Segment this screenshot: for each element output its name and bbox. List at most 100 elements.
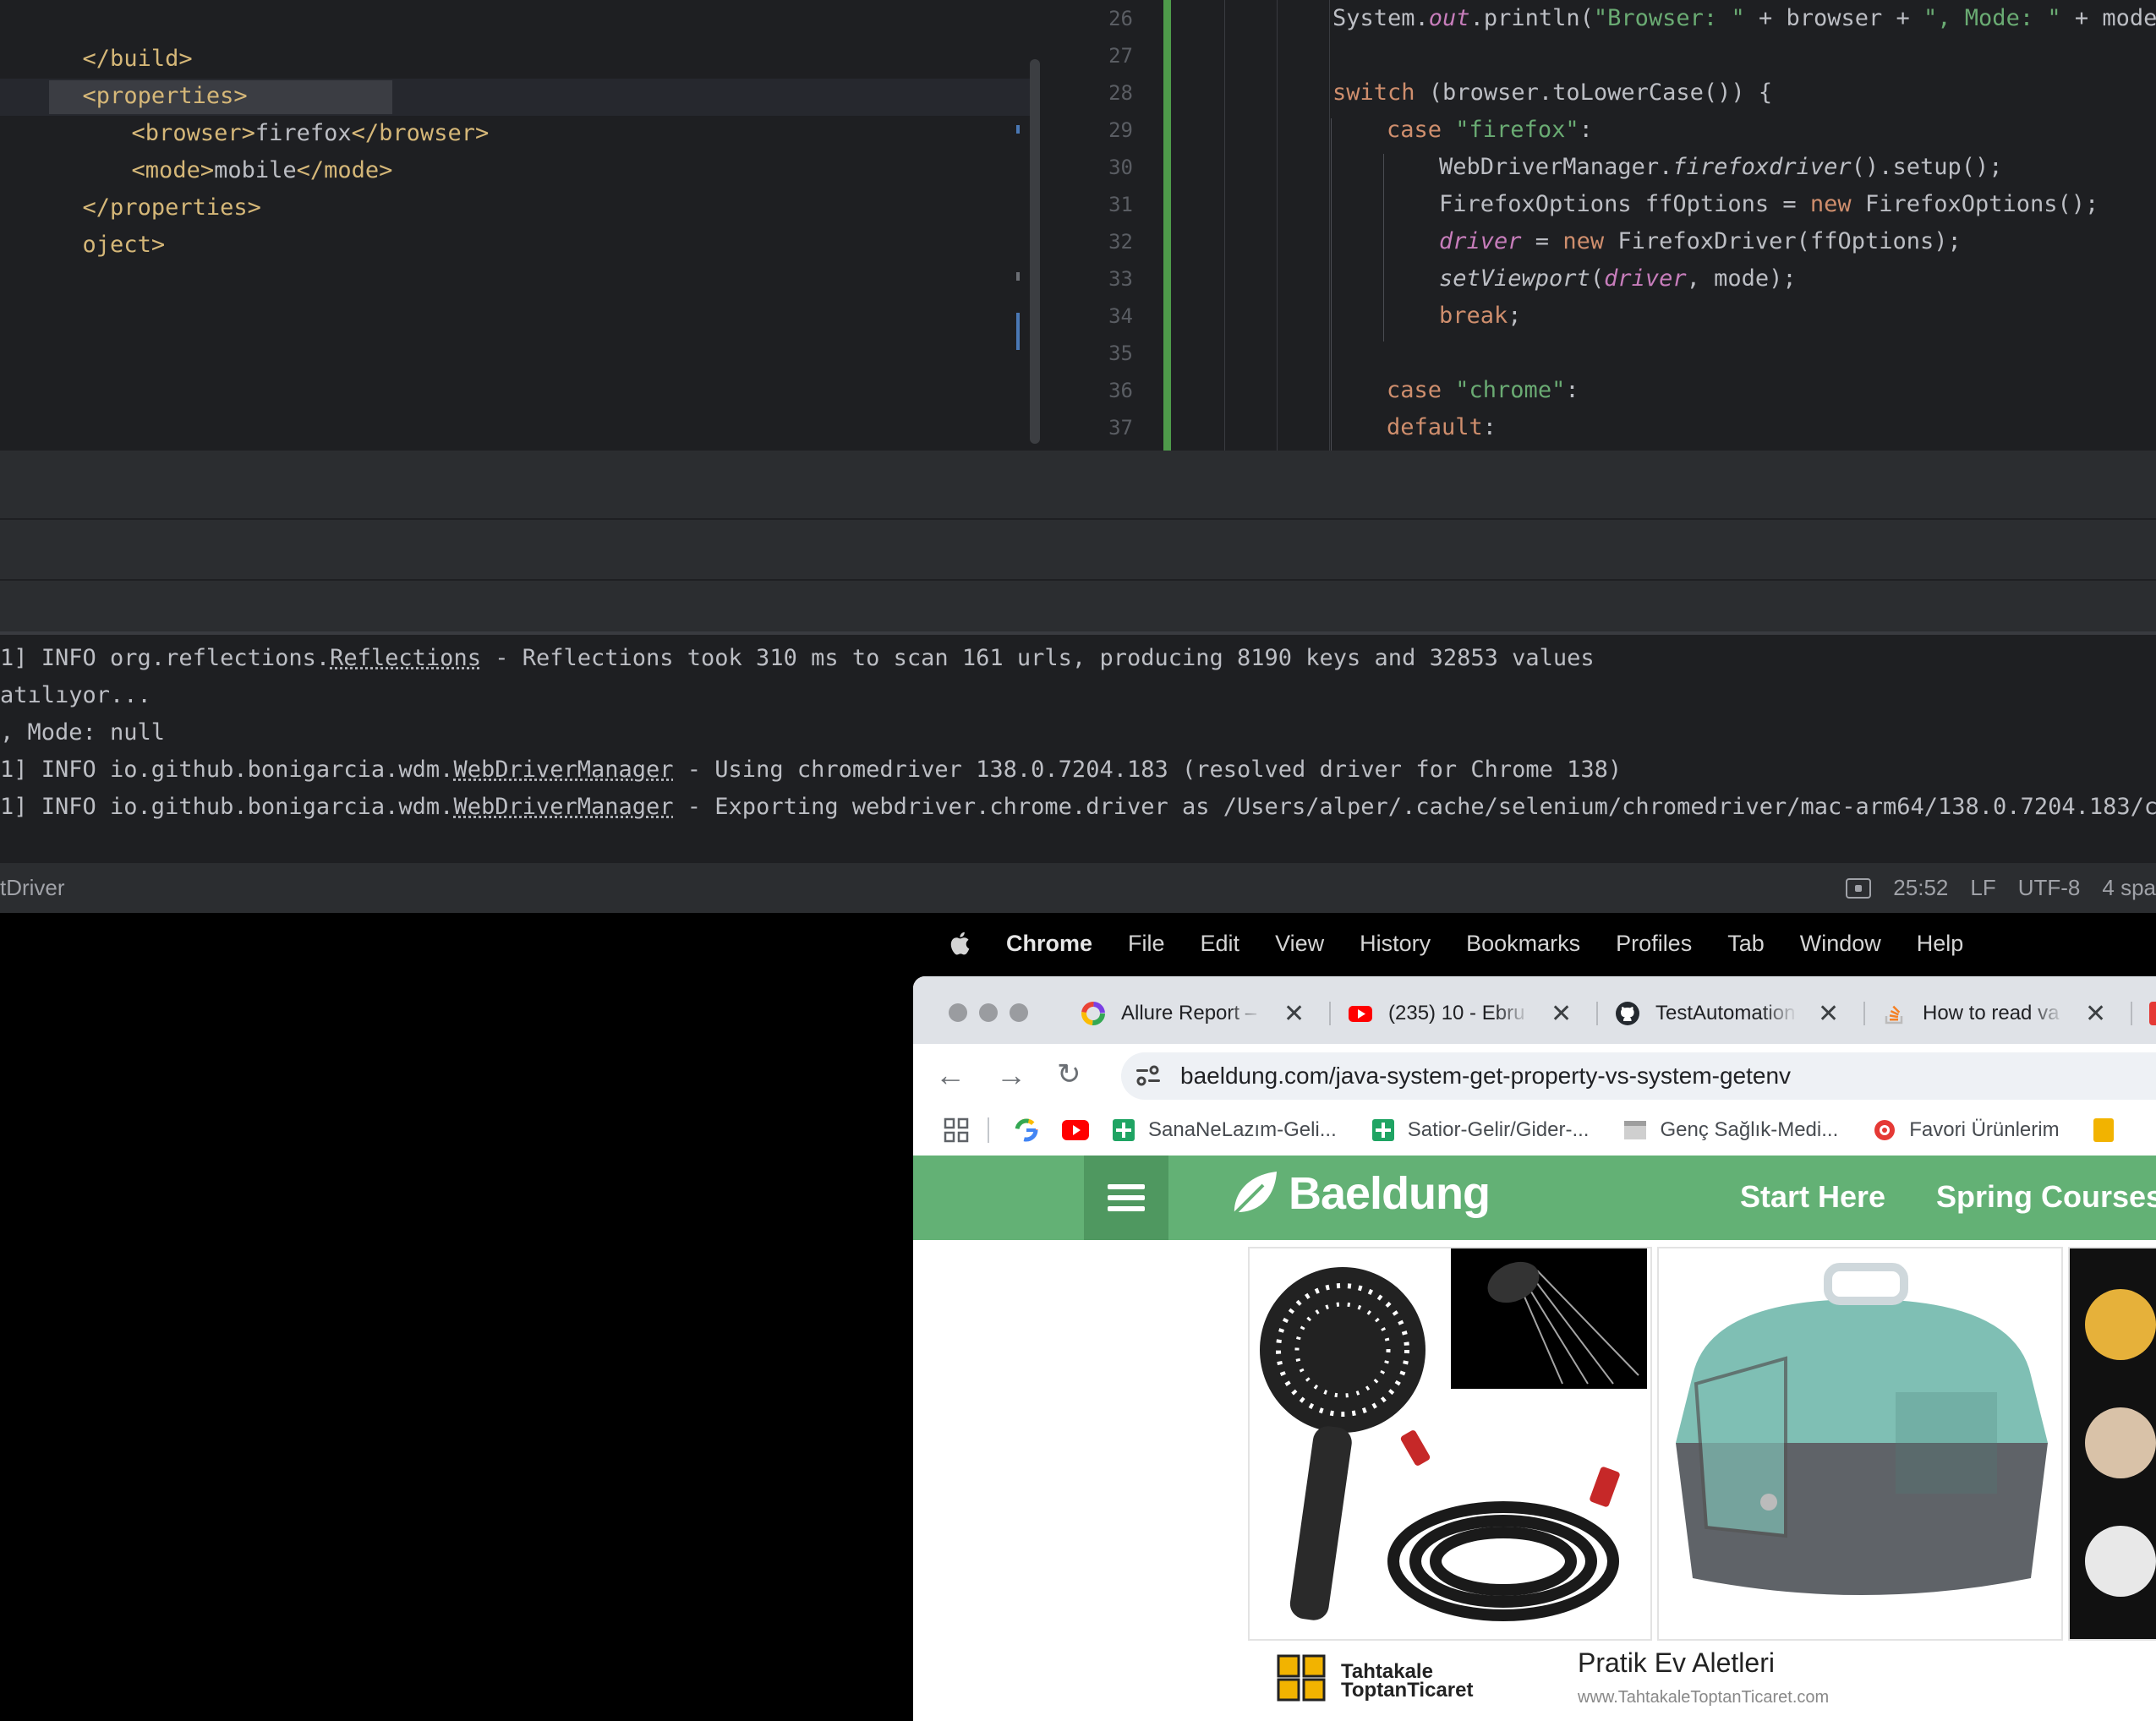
site-settings-icon[interactable]: [1133, 1060, 1165, 1092]
bookmarks-bar: SanaNeLazım-Geli... Satior-Gelir/Gider-.…: [913, 1105, 2156, 1156]
address-bar[interactable]: baeldung.com/java-system-get-property-vs…: [1121, 1052, 2156, 1100]
ad-product-partial[interactable]: [2068, 1247, 2156, 1641]
code-line[interactable]: WebDriverManager.firefoxdriver().setup()…: [1439, 149, 2002, 186]
tool-window-strip[interactable]: [0, 451, 2156, 518]
hamburger-menu-icon[interactable]: [1084, 1156, 1168, 1240]
menu-view[interactable]: View: [1275, 931, 1324, 957]
indent-guide: [1329, 0, 1330, 451]
zoom-window-button[interactable]: [1010, 1003, 1028, 1022]
tab-github[interactable]: TestAutomation ✕: [1615, 988, 1839, 1039]
vertical-scrollbar[interactable]: [1030, 59, 1040, 444]
ad-title[interactable]: Pratik Ev Aletleri: [1578, 1647, 1775, 1679]
allure-icon: [1081, 1002, 1105, 1025]
bookmark-divider: [988, 1117, 989, 1143]
code-line[interactable]: <properties>: [0, 41, 248, 109]
line-number: 34: [1108, 304, 1133, 328]
status-breadcrumb[interactable]: tDriver: [0, 875, 65, 901]
menu-history[interactable]: History: [1360, 931, 1431, 957]
bookmark-item[interactable]: SanaNeLazım-Geli...: [1111, 1117, 1337, 1143]
menu-app-name[interactable]: Chrome: [1006, 931, 1092, 957]
next-tab-favicon[interactable]: [2149, 1002, 2156, 1025]
ad-footer[interactable]: Tahtakale ToptanTicaret Pratik Ev Aletle…: [1248, 1641, 2156, 1721]
bookmark-label: Satior-Gelir/Gider-...: [1407, 1118, 1590, 1141]
sheets-icon: [1371, 1119, 1394, 1141]
close-tab-icon[interactable]: ✕: [1283, 999, 1305, 1029]
tab-stackoverflow[interactable]: How to read va ✕: [1882, 988, 2106, 1039]
file-encoding[interactable]: UTF-8: [2018, 875, 2081, 901]
code-line[interactable]: oject>: [0, 189, 166, 258]
menu-file[interactable]: File: [1128, 931, 1165, 957]
menu-edit[interactable]: Edit: [1201, 931, 1240, 957]
code-line[interactable]: </build>: [0, 3, 193, 72]
site-logo[interactable]: Baeldung: [1226, 1167, 1491, 1220]
sheets-icon: [1113, 1119, 1135, 1141]
ad-product-shower-head[interactable]: [1248, 1247, 1652, 1641]
code-line[interactable]: driver = new FirefoxDriver(ffOptions);: [1439, 223, 1962, 260]
stackoverflow-icon: [1885, 1005, 1903, 1024]
code-line[interactable]: <browser>firefox</browser>: [49, 78, 490, 146]
reload-button[interactable]: ↻: [1057, 1057, 1081, 1091]
code-line[interactable]: FirefoxOptions ffOptions = new FirefoxOp…: [1439, 186, 2099, 223]
line-separator[interactable]: LF: [1970, 875, 1995, 901]
menu-help[interactable]: Help: [1917, 931, 1964, 957]
url-text[interactable]: baeldung.com/java-system-get-property-vs…: [1180, 1063, 1791, 1090]
tahtakale-logo-icon: [1277, 1654, 1326, 1702]
indent-setting[interactable]: 4 spa: [2102, 875, 2156, 901]
close-window-button[interactable]: [949, 1003, 967, 1022]
ad-url[interactable]: www.TahtakaleToptanTicaret.com: [1578, 1688, 1829, 1707]
menu-profiles[interactable]: Profiles: [1616, 931, 1692, 957]
close-tab-icon[interactable]: ✕: [2085, 999, 2106, 1029]
site-icon: [1624, 1121, 1647, 1139]
code-line[interactable]: <mode>mobile</mode>: [49, 115, 393, 183]
code-line[interactable]: setViewport(driver, mode);: [1439, 260, 1797, 298]
tab-allure-report[interactable]: Allure Report – ✕: [1081, 988, 1305, 1039]
apps-grid-icon[interactable]: [944, 1117, 969, 1143]
back-button[interactable]: ←: [935, 1057, 966, 1093]
bookmark-item[interactable]: Genç Sağlık-Medi...: [1622, 1117, 1838, 1143]
overflow-bookmark-icon[interactable]: [2093, 1118, 2114, 1142]
desktop-background: [0, 913, 913, 1721]
nav-start-here[interactable]: Start Here: [1740, 1179, 1885, 1215]
indent-guide: [1224, 0, 1225, 451]
ad-product-pet-carrier[interactable]: [1657, 1247, 2063, 1641]
code-line[interactable]: default:: [1387, 409, 1497, 446]
bookmark-item[interactable]: Satior-Gelir/Gider-...: [1371, 1117, 1590, 1143]
ide-window: </build> <properties> <browser>firefox</…: [0, 0, 2156, 913]
apple-icon[interactable]: [947, 930, 971, 957]
line-number: 36: [1108, 379, 1133, 402]
code-line[interactable]: case "firefox":: [1387, 112, 1593, 149]
xml-tag: </mode>: [296, 157, 393, 183]
code-line[interactable]: switch (browser.toLowerCase()) {: [1332, 74, 1772, 112]
run-console[interactable]: 1] INFO org.reflections.Reflections - Re…: [0, 635, 2156, 863]
bookmark-item[interactable]: Favori Ürünlerim: [1872, 1117, 2060, 1143]
console-line: 1] INFO org.reflections.Reflections - Re…: [0, 645, 1595, 671]
code-line[interactable]: </properties>: [0, 152, 261, 221]
menu-window[interactable]: Window: [1800, 931, 1881, 957]
menu-tab[interactable]: Tab: [1727, 931, 1765, 957]
code-line[interactable]: case "chrome":: [1387, 372, 1579, 409]
forward-button[interactable]: →: [996, 1057, 1026, 1093]
google-icon[interactable]: [1013, 1117, 1040, 1144]
vcs-change-bar: [1163, 0, 1171, 451]
java-editor[interactable]: 26 27 28 29 30 31 32 33 34 35 36 37 Syst…: [1048, 0, 2156, 451]
close-tab-icon[interactable]: ✕: [1551, 999, 1572, 1029]
pom-xml-editor[interactable]: </build> <properties> <browser>firefox</…: [0, 0, 1047, 451]
menu-bookmarks[interactable]: Bookmarks: [1466, 931, 1580, 957]
line-number: 29: [1108, 118, 1133, 142]
line-number: 32: [1108, 230, 1133, 254]
code-line[interactable]: System.out.println("Browser: " + browser…: [1332, 0, 2156, 37]
tab-separator: [1596, 1002, 1598, 1025]
tab-separator: [2131, 1002, 2132, 1025]
youtube-bookmark-icon[interactable]: [1062, 1120, 1089, 1140]
minimize-window-button[interactable]: [979, 1003, 998, 1022]
close-tab-icon[interactable]: ✕: [1818, 999, 1839, 1029]
caret-position[interactable]: 25:52: [1893, 875, 1948, 901]
console-line: atılıyor...: [0, 682, 151, 708]
nav-spring-courses[interactable]: Spring Courses: [1936, 1179, 2156, 1215]
inspection-widget-icon[interactable]: [1846, 877, 1872, 899]
code-line[interactable]: break;: [1439, 298, 1522, 335]
tab-youtube[interactable]: (235) 10 - Ebru ✕: [1348, 988, 1572, 1039]
tool-window-strip[interactable]: [0, 581, 2156, 631]
tool-window-strip[interactable]: [0, 520, 2156, 579]
change-marker: [1016, 272, 1020, 281]
